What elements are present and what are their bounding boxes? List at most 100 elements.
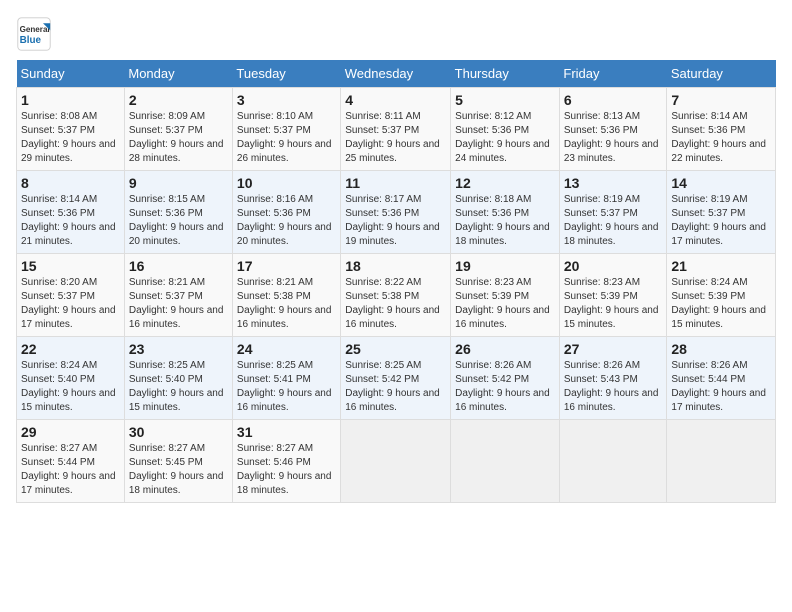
calendar-cell: 28 Sunrise: 8:26 AM Sunset: 5:44 PM Dayl… (667, 337, 776, 420)
day-number: 20 (564, 258, 663, 274)
day-number: 16 (129, 258, 228, 274)
calendar-cell: 19 Sunrise: 8:23 AM Sunset: 5:39 PM Dayl… (451, 254, 560, 337)
calendar-cell: 21 Sunrise: 8:24 AM Sunset: 5:39 PM Dayl… (667, 254, 776, 337)
day-header-tuesday: Tuesday (232, 60, 340, 88)
calendar-cell: 18 Sunrise: 8:22 AM Sunset: 5:38 PM Dayl… (341, 254, 451, 337)
day-number: 25 (345, 341, 446, 357)
day-number: 31 (237, 424, 336, 440)
day-info: Sunrise: 8:24 AM Sunset: 5:39 PM Dayligh… (671, 276, 771, 332)
day-number: 5 (455, 92, 555, 108)
day-header-thursday: Thursday (451, 60, 560, 88)
day-number: 8 (21, 175, 120, 191)
calendar-week-1: 1 Sunrise: 8:08 AM Sunset: 5:37 PM Dayli… (17, 88, 776, 171)
calendar-cell: 2 Sunrise: 8:09 AM Sunset: 5:37 PM Dayli… (124, 88, 232, 171)
calendar-cell: 29 Sunrise: 8:27 AM Sunset: 5:44 PM Dayl… (17, 420, 125, 503)
calendar-week-5: 29 Sunrise: 8:27 AM Sunset: 5:44 PM Dayl… (17, 420, 776, 503)
day-header-saturday: Saturday (667, 60, 776, 88)
calendar-cell: 7 Sunrise: 8:14 AM Sunset: 5:36 PM Dayli… (667, 88, 776, 171)
calendar-week-3: 15 Sunrise: 8:20 AM Sunset: 5:37 PM Dayl… (17, 254, 776, 337)
day-info: Sunrise: 8:08 AM Sunset: 5:37 PM Dayligh… (21, 110, 120, 166)
calendar-cell: 24 Sunrise: 8:25 AM Sunset: 5:41 PM Dayl… (232, 337, 340, 420)
calendar-cell: 22 Sunrise: 8:24 AM Sunset: 5:40 PM Dayl… (17, 337, 125, 420)
day-number: 3 (237, 92, 336, 108)
day-info: Sunrise: 8:21 AM Sunset: 5:38 PM Dayligh… (237, 276, 336, 332)
logo: General Blue (16, 16, 56, 52)
day-info: Sunrise: 8:26 AM Sunset: 5:43 PM Dayligh… (564, 359, 663, 415)
day-header-sunday: Sunday (17, 60, 125, 88)
calendar-table: SundayMondayTuesdayWednesdayThursdayFrid… (16, 60, 776, 503)
day-info: Sunrise: 8:16 AM Sunset: 5:36 PM Dayligh… (237, 193, 336, 249)
day-number: 12 (455, 175, 555, 191)
day-header-friday: Friday (559, 60, 667, 88)
day-number: 4 (345, 92, 446, 108)
day-number: 10 (237, 175, 336, 191)
calendar-cell: 9 Sunrise: 8:15 AM Sunset: 5:36 PM Dayli… (124, 171, 232, 254)
logo-icon: General Blue (16, 16, 52, 52)
calendar-cell: 8 Sunrise: 8:14 AM Sunset: 5:36 PM Dayli… (17, 171, 125, 254)
calendar-cell: 15 Sunrise: 8:20 AM Sunset: 5:37 PM Dayl… (17, 254, 125, 337)
calendar-body: 1 Sunrise: 8:08 AM Sunset: 5:37 PM Dayli… (17, 88, 776, 503)
day-info: Sunrise: 8:25 AM Sunset: 5:40 PM Dayligh… (129, 359, 228, 415)
day-number: 9 (129, 175, 228, 191)
calendar-cell: 14 Sunrise: 8:19 AM Sunset: 5:37 PM Dayl… (667, 171, 776, 254)
calendar-cell: 11 Sunrise: 8:17 AM Sunset: 5:36 PM Dayl… (341, 171, 451, 254)
day-number: 29 (21, 424, 120, 440)
calendar-week-2: 8 Sunrise: 8:14 AM Sunset: 5:36 PM Dayli… (17, 171, 776, 254)
day-info: Sunrise: 8:23 AM Sunset: 5:39 PM Dayligh… (564, 276, 663, 332)
calendar-cell: 5 Sunrise: 8:12 AM Sunset: 5:36 PM Dayli… (451, 88, 560, 171)
day-number: 11 (345, 175, 446, 191)
day-info: Sunrise: 8:25 AM Sunset: 5:42 PM Dayligh… (345, 359, 446, 415)
day-info: Sunrise: 8:14 AM Sunset: 5:36 PM Dayligh… (21, 193, 120, 249)
day-info: Sunrise: 8:27 AM Sunset: 5:45 PM Dayligh… (129, 442, 228, 498)
calendar-cell: 31 Sunrise: 8:27 AM Sunset: 5:46 PM Dayl… (232, 420, 340, 503)
day-info: Sunrise: 8:26 AM Sunset: 5:44 PM Dayligh… (671, 359, 771, 415)
calendar-cell: 10 Sunrise: 8:16 AM Sunset: 5:36 PM Dayl… (232, 171, 340, 254)
day-number: 7 (671, 92, 771, 108)
day-info: Sunrise: 8:18 AM Sunset: 5:36 PM Dayligh… (455, 193, 555, 249)
day-info: Sunrise: 8:13 AM Sunset: 5:36 PM Dayligh… (564, 110, 663, 166)
calendar-cell: 25 Sunrise: 8:25 AM Sunset: 5:42 PM Dayl… (341, 337, 451, 420)
day-info: Sunrise: 8:14 AM Sunset: 5:36 PM Dayligh… (671, 110, 771, 166)
calendar-cell: 16 Sunrise: 8:21 AM Sunset: 5:37 PM Dayl… (124, 254, 232, 337)
calendar-week-4: 22 Sunrise: 8:24 AM Sunset: 5:40 PM Dayl… (17, 337, 776, 420)
calendar-cell: 26 Sunrise: 8:26 AM Sunset: 5:42 PM Dayl… (451, 337, 560, 420)
day-info: Sunrise: 8:25 AM Sunset: 5:41 PM Dayligh… (237, 359, 336, 415)
day-header-monday: Monday (124, 60, 232, 88)
day-info: Sunrise: 8:24 AM Sunset: 5:40 PM Dayligh… (21, 359, 120, 415)
day-number: 15 (21, 258, 120, 274)
calendar-cell: 27 Sunrise: 8:26 AM Sunset: 5:43 PM Dayl… (559, 337, 667, 420)
day-info: Sunrise: 8:09 AM Sunset: 5:37 PM Dayligh… (129, 110, 228, 166)
day-number: 19 (455, 258, 555, 274)
day-info: Sunrise: 8:26 AM Sunset: 5:42 PM Dayligh… (455, 359, 555, 415)
day-number: 27 (564, 341, 663, 357)
day-info: Sunrise: 8:19 AM Sunset: 5:37 PM Dayligh… (564, 193, 663, 249)
day-number: 22 (21, 341, 120, 357)
svg-text:Blue: Blue (20, 35, 42, 46)
calendar-header-row: SundayMondayTuesdayWednesdayThursdayFrid… (17, 60, 776, 88)
day-number: 17 (237, 258, 336, 274)
calendar-cell (451, 420, 560, 503)
day-number: 14 (671, 175, 771, 191)
calendar-cell: 1 Sunrise: 8:08 AM Sunset: 5:37 PM Dayli… (17, 88, 125, 171)
calendar-cell: 23 Sunrise: 8:25 AM Sunset: 5:40 PM Dayl… (124, 337, 232, 420)
day-info: Sunrise: 8:21 AM Sunset: 5:37 PM Dayligh… (129, 276, 228, 332)
day-info: Sunrise: 8:23 AM Sunset: 5:39 PM Dayligh… (455, 276, 555, 332)
day-number: 1 (21, 92, 120, 108)
calendar-cell (559, 420, 667, 503)
day-info: Sunrise: 8:17 AM Sunset: 5:36 PM Dayligh… (345, 193, 446, 249)
calendar-cell: 30 Sunrise: 8:27 AM Sunset: 5:45 PM Dayl… (124, 420, 232, 503)
calendar-cell: 20 Sunrise: 8:23 AM Sunset: 5:39 PM Dayl… (559, 254, 667, 337)
day-info: Sunrise: 8:11 AM Sunset: 5:37 PM Dayligh… (345, 110, 446, 166)
day-info: Sunrise: 8:27 AM Sunset: 5:46 PM Dayligh… (237, 442, 336, 498)
day-number: 21 (671, 258, 771, 274)
day-info: Sunrise: 8:27 AM Sunset: 5:44 PM Dayligh… (21, 442, 120, 498)
day-number: 30 (129, 424, 228, 440)
calendar-cell: 6 Sunrise: 8:13 AM Sunset: 5:36 PM Dayli… (559, 88, 667, 171)
calendar-cell: 13 Sunrise: 8:19 AM Sunset: 5:37 PM Dayl… (559, 171, 667, 254)
day-number: 28 (671, 341, 771, 357)
day-number: 2 (129, 92, 228, 108)
day-number: 18 (345, 258, 446, 274)
page-header: General Blue (16, 16, 776, 52)
svg-text:General: General (20, 25, 50, 34)
calendar-cell: 4 Sunrise: 8:11 AM Sunset: 5:37 PM Dayli… (341, 88, 451, 171)
